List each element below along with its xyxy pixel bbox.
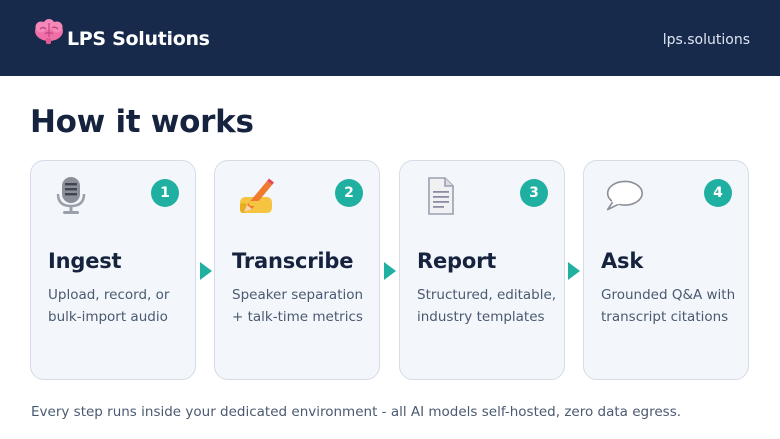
step-card-report: 3 Report Structured, editable, industry … xyxy=(399,160,565,380)
footer-note: Every step runs inside your dedicated en… xyxy=(31,404,682,420)
step-title: Ask xyxy=(601,249,644,273)
top-bar: LPS Solutions lps.solutions xyxy=(0,0,780,76)
step-title: Transcribe xyxy=(232,249,354,273)
step-description: Upload, record, or bulk-import audio xyxy=(48,287,170,325)
step-title: Ingest xyxy=(48,249,122,273)
step-arrow-icon xyxy=(200,262,212,280)
document-icon xyxy=(428,177,454,215)
step-number-badge: 2 xyxy=(335,179,363,207)
microphone-icon xyxy=(56,177,86,214)
step-description: Grounded Q&A with transcript citations xyxy=(601,287,736,325)
page-title: How it works xyxy=(30,104,254,140)
step-description: Structured, editable, industry templates xyxy=(417,287,557,325)
step-number-badge: 4 xyxy=(704,179,732,207)
step-number-badge: 3 xyxy=(520,179,548,207)
step-number-badge: 1 xyxy=(151,179,179,207)
step-arrow-icon xyxy=(384,262,396,280)
step-arrow-icon xyxy=(568,262,580,280)
brand-name: LPS Solutions xyxy=(67,28,210,50)
step-card-ingest: 1 Ingest Upload, record, or bulk-import … xyxy=(30,160,196,380)
step-title: Report xyxy=(417,249,497,273)
step-card-ask: 4 Ask Grounded Q&A with transcript citat… xyxy=(583,160,749,380)
speech-bubble-icon xyxy=(606,180,643,211)
step-card-transcribe: 2 Transcribe Speaker separation + talk-t… xyxy=(214,160,380,380)
step-description: Speaker separation + talk-time metrics xyxy=(232,287,364,325)
brain-icon xyxy=(35,19,63,44)
writing-hand-icon xyxy=(240,178,274,213)
site-url[interactable]: lps.solutions xyxy=(663,32,750,48)
